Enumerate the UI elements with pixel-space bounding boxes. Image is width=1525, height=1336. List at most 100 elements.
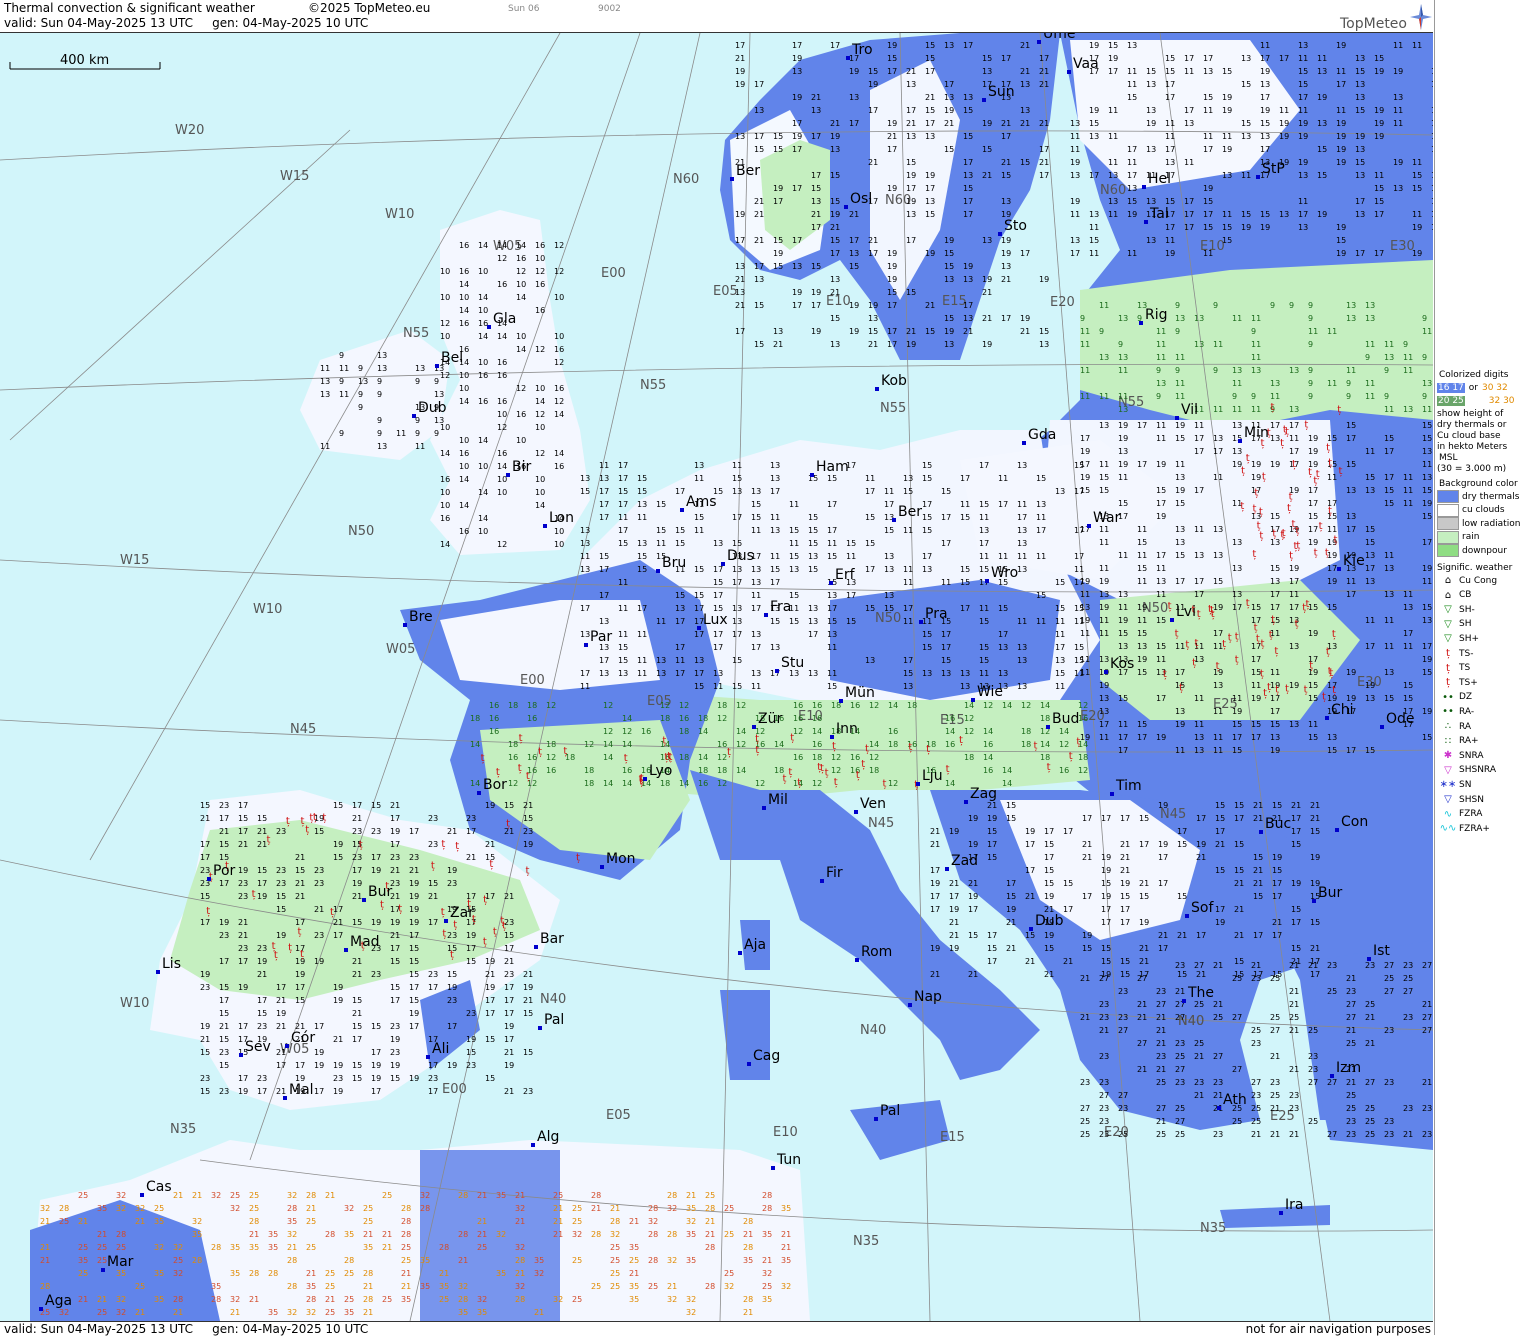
thermal-digit: 17: [713, 565, 723, 574]
city-label[interactable]: Gla: [493, 311, 516, 327]
city-label[interactable]: Alg: [537, 1129, 559, 1145]
city-label[interactable]: Dus: [727, 548, 754, 564]
city-label[interactable]: Ali: [432, 1041, 449, 1057]
thunderstorm-icon: ț: [441, 839, 445, 850]
city-label[interactable]: Tro: [851, 42, 873, 58]
city-label[interactable]: Lvi: [1176, 604, 1196, 620]
city-label[interactable]: Bur: [1318, 885, 1342, 901]
thermal-digit: 17: [238, 801, 248, 810]
city-label[interactable]: Sof: [1191, 900, 1214, 916]
city-label[interactable]: Fra: [770, 599, 791, 615]
city-label[interactable]: Tun: [776, 1152, 801, 1168]
city-label[interactable]: Cag: [753, 1048, 780, 1064]
city-label[interactable]: Bel: [441, 350, 463, 366]
city-label[interactable]: Ber: [736, 163, 760, 179]
city-label[interactable]: Bor: [483, 777, 507, 793]
city-label[interactable]: Pra: [925, 606, 948, 622]
city-label[interactable]: Nap: [914, 989, 942, 1005]
city-label[interactable]: Lux: [703, 612, 728, 628]
weather-map[interactable]: N60N55N50N45N40N35N55N60N50N45N40N35N55N…: [0, 33, 1433, 1321]
thermal-digit: 15: [811, 262, 821, 271]
city-label[interactable]: Con: [1341, 814, 1368, 830]
thermal-digit: 15: [1036, 474, 1046, 483]
city-label[interactable]: Lyo: [649, 763, 672, 779]
thermal-digit: 21: [982, 314, 992, 323]
city-label[interactable]: Ber: [898, 504, 922, 520]
city-label[interactable]: War: [1093, 510, 1121, 526]
city-label[interactable]: Mon: [606, 851, 636, 867]
city-label[interactable]: Pal: [880, 1103, 900, 1119]
topmeteo-logo[interactable]: TopMeteo: [1340, 4, 1432, 32]
thermal-digit: 23: [1270, 1078, 1280, 1087]
city-label[interactable]: Zür: [758, 711, 782, 727]
city-label[interactable]: Vaa: [1073, 56, 1099, 72]
city-label[interactable]: Por: [213, 863, 236, 879]
city-label[interactable]: Erf: [835, 567, 856, 583]
city-label[interactable]: Cór: [291, 1030, 315, 1046]
thermal-digit: 13: [808, 669, 818, 678]
city-label[interactable]: Ham: [816, 459, 849, 475]
city-label[interactable]: Mün: [845, 685, 875, 701]
city-label[interactable]: Mal: [289, 1082, 314, 1098]
city-label[interactable]: Sto: [1004, 218, 1027, 234]
city-label[interactable]: The: [1187, 985, 1214, 1001]
city-label[interactable]: Bir: [512, 459, 531, 475]
city-label[interactable]: Hel: [1148, 171, 1171, 187]
city-label[interactable]: Inn: [836, 721, 858, 737]
city-label[interactable]: Sun: [988, 84, 1015, 100]
thermal-digit: 17: [1184, 106, 1194, 115]
city-label[interactable]: Par: [590, 629, 612, 645]
thermal-digit: 32: [553, 1295, 563, 1304]
city-label[interactable]: Lju: [922, 768, 943, 784]
city-label[interactable]: Osl: [850, 191, 872, 207]
city-label[interactable]: Ams: [686, 494, 717, 510]
city-label[interactable]: Bud: [1052, 711, 1079, 727]
city-label[interactable]: Tim: [1115, 778, 1142, 794]
city-label[interactable]: Izm: [1336, 1060, 1361, 1076]
city-label[interactable]: Kie: [1343, 553, 1365, 569]
city-label[interactable]: Mad: [350, 934, 380, 950]
city-label[interactable]: Min: [1244, 425, 1269, 441]
city-label[interactable]: Ume: [1043, 33, 1076, 42]
city-label[interactable]: Bur: [368, 884, 392, 900]
city-label[interactable]: Ven: [860, 796, 886, 812]
city-label[interactable]: Gda: [1028, 427, 1056, 443]
city-label[interactable]: Zag: [970, 786, 997, 802]
city-label[interactable]: Dub: [1035, 913, 1064, 929]
city-label[interactable]: Bru: [662, 555, 686, 571]
city-label[interactable]: Zad: [951, 853, 978, 869]
city-label[interactable]: Kob: [881, 373, 907, 389]
city-label[interactable]: Zar: [450, 905, 474, 921]
city-label[interactable]: Chi: [1331, 702, 1354, 718]
city-label[interactable]: Buc: [1265, 816, 1291, 832]
city-label[interactable]: Aga: [45, 1293, 72, 1309]
city-label[interactable]: Kos: [1110, 656, 1134, 672]
city-label[interactable]: Rig: [1145, 307, 1168, 323]
city-label[interactable]: Vil: [1181, 402, 1198, 418]
city-label[interactable]: Bre: [409, 609, 433, 625]
city-label[interactable]: Fir: [826, 865, 843, 881]
city-label[interactable]: Wie: [977, 684, 1003, 700]
city-label[interactable]: Pal: [544, 1012, 564, 1028]
thermal-digit: 13: [944, 93, 954, 102]
city-label[interactable]: Ode: [1386, 711, 1415, 727]
city-label[interactable]: Lon: [549, 510, 574, 526]
city-label[interactable]: Stu: [781, 655, 804, 671]
city-label[interactable]: Ira: [1285, 1197, 1303, 1213]
city-label[interactable]: Rom: [861, 944, 892, 960]
city-label[interactable]: StP: [1262, 161, 1285, 177]
city-label[interactable]: Cas: [146, 1179, 172, 1195]
city-label[interactable]: Tal: [1149, 206, 1169, 222]
thermal-digit: 21: [1422, 1000, 1432, 1009]
city-label[interactable]: Lis: [162, 956, 181, 972]
city-label[interactable]: Mil: [768, 792, 788, 808]
city-label[interactable]: Wro: [991, 565, 1018, 581]
city-label[interactable]: Ath: [1223, 1092, 1247, 1108]
city-label[interactable]: Ist: [1373, 943, 1390, 959]
city-label[interactable]: Bar: [540, 931, 564, 947]
city-marker-icon: [1175, 416, 1179, 420]
city-label[interactable]: Dub: [418, 400, 447, 416]
city-label[interactable]: Aja: [744, 937, 766, 953]
city-label[interactable]: Sev: [245, 1039, 271, 1055]
city-label[interactable]: Mar: [107, 1254, 134, 1270]
